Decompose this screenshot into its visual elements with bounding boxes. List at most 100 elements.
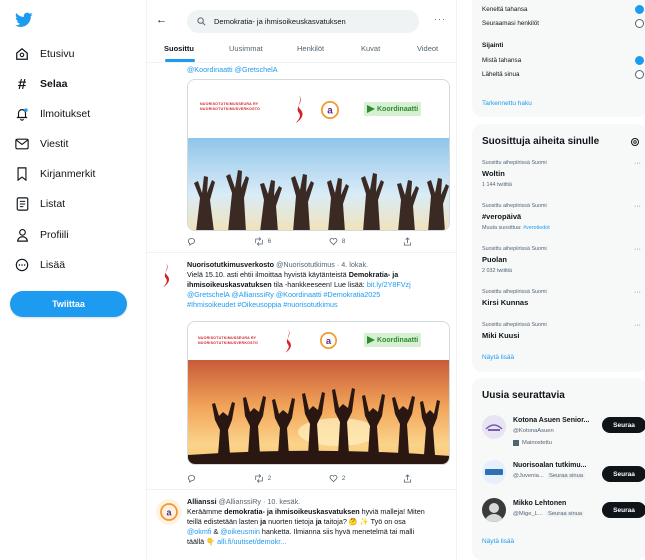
- follow-title: Uusia seurattavia: [482, 390, 565, 401]
- tweet[interactable]: Nuorisotutkimusverkosto @Nuorisotutkimus…: [147, 253, 456, 490]
- tweet-link[interactable]: alli.fi/uutiset/demokr...: [217, 537, 286, 546]
- tweet-link[interactable]: bit.ly/2Y8FVzj: [367, 280, 411, 289]
- tweet-text-bold: demokratia- ja ihmisoikeuskasvatuksen: [224, 507, 360, 516]
- nav-lists[interactable]: Listat: [14, 194, 65, 214]
- logo-banner: NUORISOTUTKIMUSSEURA RY NUORISOTUTKIMUSV…: [188, 322, 449, 360]
- follow-button[interactable]: Seuraa: [602, 417, 645, 433]
- advanced-search-link[interactable]: Tarkennettu haku: [482, 100, 532, 107]
- location-near-radio[interactable]: [635, 70, 644, 79]
- promoted-label: Mainostettu: [513, 440, 552, 446]
- trends-show-more[interactable]: Näytä lisää: [482, 354, 514, 361]
- nav-messages[interactable]: Viestit: [14, 134, 68, 154]
- filter-following-label: Seuraamasi henkilöt: [482, 20, 540, 27]
- follow-button[interactable]: Seuraa: [602, 502, 645, 518]
- like-button[interactable]: 2: [329, 474, 345, 483]
- trend-name: Kirsi Kunnas: [482, 298, 529, 307]
- nts-line2: NUORISOTUTKIMUSVERKOSTO: [200, 107, 261, 111]
- like-button[interactable]: 8: [329, 237, 346, 246]
- tweet-text-bold: ja: [315, 517, 322, 526]
- nav-bookmarks[interactable]: Kirjanmerkit: [14, 164, 95, 184]
- tab-photos[interactable]: Kuvat: [361, 44, 380, 53]
- search-input[interactable]: Demokratia- ja ihmisoikeuskasvatuksen: [187, 10, 419, 33]
- author-name[interactable]: Allianssi: [187, 497, 217, 506]
- tweet-text: teillä edistetään lasten: [187, 517, 259, 526]
- reply-icon[interactable]: [187, 237, 196, 246]
- sunset-group-photo: [188, 360, 449, 464]
- twitter-logo-icon[interactable]: [15, 12, 33, 28]
- author-handle[interactable]: @Nuorisotutkimus · 4. lokak.: [276, 260, 368, 269]
- tweet-text: Keräämme: [187, 507, 223, 516]
- tab-people[interactable]: Henkilöt: [297, 44, 324, 53]
- svg-text:a: a: [327, 106, 333, 117]
- trend-count: 2 032 twiittiä: [482, 268, 512, 274]
- tweet-text: nuorten tietoja: [268, 517, 314, 526]
- tweet-media[interactable]: NUORISOTUTKIMUSSEURA RY NUORISOTUTKIMUSV…: [187, 79, 450, 231]
- hashtag-icon: #: [17, 75, 27, 93]
- follow-handle: @KotonaAsuen: [513, 428, 554, 434]
- nav-explore[interactable]: # Selaa: [14, 74, 68, 94]
- author-handle[interactable]: @AllianssiRy · 10. kesäk.: [219, 497, 301, 506]
- filter-anyone-radio[interactable]: [635, 5, 644, 14]
- tab-latest[interactable]: Uusimmat: [229, 44, 263, 53]
- trend-more-icon[interactable]: ···: [634, 289, 641, 296]
- share-icon[interactable]: [403, 237, 412, 246]
- nts-logo-text: NUORISOTUTKIMUSSEURA RY NUORISOTUTKIMUSV…: [198, 336, 258, 346]
- allianssi-logo-icon: a: [320, 332, 337, 349]
- author-name[interactable]: Nuorisotutkimusverkosto: [187, 260, 274, 269]
- trend-related-link[interactable]: #verotiedot: [523, 225, 550, 231]
- like-count: 8: [341, 238, 346, 245]
- tweet-mentions[interactable]: @Koordinaatti @GretschelA: [187, 65, 278, 74]
- trend-context: Suosittu aihepiirissä Suomi: [482, 246, 547, 252]
- tab-videos[interactable]: Videot: [417, 44, 438, 53]
- nav-profile-label: Profiili: [40, 229, 69, 241]
- tweet[interactable]: @Koordinaatti @GretschelA NUORISOTUTKIMU…: [147, 63, 456, 253]
- retweet-button[interactable]: 6: [254, 237, 271, 246]
- back-arrow-icon[interactable]: ←: [156, 14, 167, 26]
- nav-notifications[interactable]: Ilmoitukset: [14, 104, 90, 124]
- avatar[interactable]: a: [156, 499, 182, 525]
- heart-icon: [329, 238, 338, 246]
- trend-more-icon[interactable]: ···: [634, 246, 641, 253]
- settings-gear-icon[interactable]: [630, 137, 640, 147]
- trend-name: Miki Kuusi: [482, 331, 520, 340]
- nav-home[interactable]: Etusivu: [14, 44, 74, 64]
- nav-messages-label: Viestit: [40, 138, 69, 150]
- tweet[interactable]: a Allianssi @AllianssiRy · 10. kesäk. Ke…: [147, 490, 456, 560]
- tweet-button[interactable]: Twiittaa: [10, 291, 127, 317]
- tweet-mention[interactable]: @oikeusmin: [220, 527, 260, 536]
- reply-icon[interactable]: [187, 474, 196, 483]
- nts-flame-icon: [285, 329, 291, 353]
- nav-profile[interactable]: Profiili: [14, 225, 69, 245]
- avatar[interactable]: [482, 498, 506, 522]
- trend-more-icon[interactable]: ···: [634, 322, 641, 329]
- search-header: ← Demokratia- ja ihmisoikeuskasvatuksen …: [147, 0, 456, 38]
- tweet-text: hanketta. Ilmianna siis hyvä menetelmä t…: [261, 527, 415, 536]
- follow-handle-row: @Juvenia... Seuraa sinua: [513, 473, 586, 479]
- retweet-button[interactable]: 2: [254, 474, 271, 483]
- heart-icon: [329, 475, 338, 483]
- filter-following-radio[interactable]: [635, 19, 644, 28]
- trend-count: 1 144 twiittiä: [482, 182, 512, 188]
- avatar[interactable]: [482, 415, 506, 439]
- avatar[interactable]: [482, 460, 506, 484]
- follow-show-more[interactable]: Näytä lisää: [482, 538, 514, 545]
- tweet-text: Vielä 15.10. asti ehtii ilmoittaa hyvist…: [187, 270, 347, 279]
- tab-top[interactable]: Suosittu: [164, 44, 194, 53]
- avatar[interactable]: [156, 262, 176, 288]
- share-icon[interactable]: [403, 474, 412, 483]
- tweet-mention[interactable]: @okmfi: [187, 527, 211, 536]
- tweet-media[interactable]: NUORISOTUTKIMUSSEURA RY NUORISOTUTKIMUSV…: [187, 321, 450, 465]
- location-anywhere-radio[interactable]: [635, 56, 644, 65]
- more-options-icon[interactable]: ···: [434, 14, 446, 24]
- follow-name: Mikko Lehtonen: [513, 500, 567, 507]
- tweet-mentions[interactable]: @GretschelA @AllianssiRy @Koordinaatti #…: [187, 290, 447, 300]
- nav-more-label: Lisää: [40, 259, 66, 271]
- nav-more[interactable]: Lisää: [14, 255, 65, 275]
- trend-more-icon[interactable]: ···: [634, 160, 641, 167]
- follow-handle-row: @Mige_L... Seuraa sinua: [513, 511, 585, 517]
- follow-button[interactable]: Seuraa: [602, 466, 645, 482]
- trend-more-icon[interactable]: ···: [634, 203, 641, 210]
- tweet-hashtags[interactable]: #Ihmisoikeudet #Oikeusoppia #nuorisotutk…: [187, 300, 447, 310]
- koordinaatti-label: Koordinaatti: [377, 105, 419, 113]
- tweet-text: tila -hankkeeseen! Lue lisää:: [273, 280, 365, 289]
